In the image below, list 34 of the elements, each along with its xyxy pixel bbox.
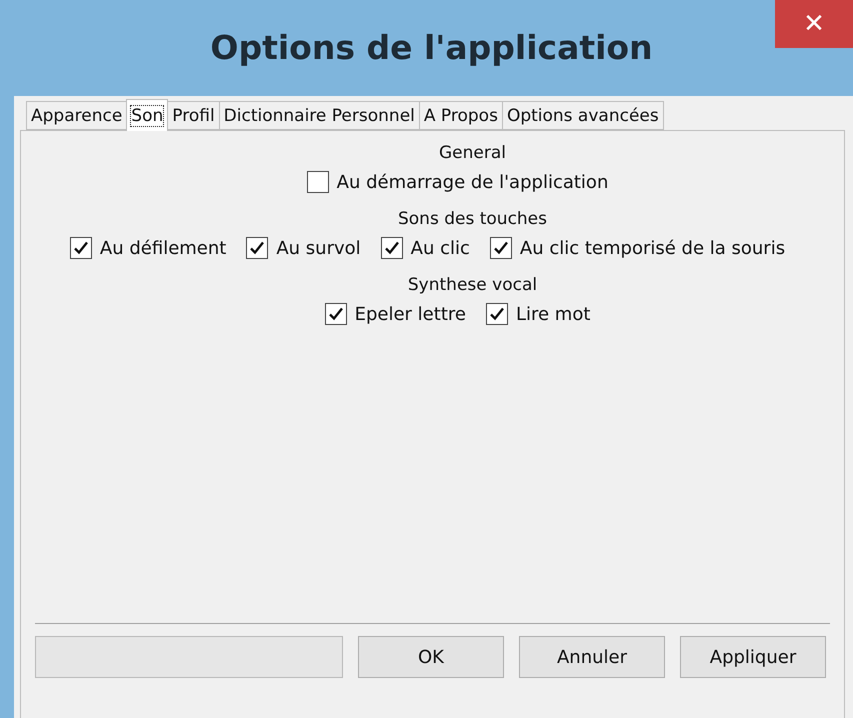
- checkbox-label: Au démarrage de l'application: [336, 172, 608, 192]
- dialog-button[interactable]: OK: [358, 636, 504, 678]
- checkmark-icon: [384, 240, 400, 256]
- checkmark-icon: [488, 306, 505, 322]
- checkbox[interactable]: [70, 237, 92, 259]
- section-heading: General: [438, 143, 506, 163]
- section-heading: Sons des touches: [396, 209, 547, 229]
- section-heading: Synthese vocal: [406, 275, 538, 295]
- tab[interactable]: Options avancées: [502, 101, 664, 130]
- checkbox[interactable]: [486, 303, 508, 325]
- checkbox-label: Au survol: [276, 238, 361, 258]
- dialog-button[interactable]: Appliquer: [680, 636, 826, 678]
- checkbox-label: Epeler lettre: [354, 304, 466, 324]
- checkbox-label: Lire mot: [516, 304, 590, 324]
- tab[interactable]: Son: [126, 99, 168, 131]
- checkbox[interactable]: [306, 171, 329, 193]
- checkmark-icon: [249, 240, 266, 256]
- tab[interactable]: Dictionnaire Personnel: [218, 101, 420, 130]
- dialog-button[interactable]: Annuler: [519, 636, 665, 678]
- checkbox[interactable]: [246, 237, 268, 259]
- checkbox-label: Au clic temporisé de la souris: [520, 238, 786, 258]
- checkbox[interactable]: [490, 237, 512, 259]
- checkbox[interactable]: [380, 237, 403, 259]
- checkbox-label: Au clic: [410, 238, 470, 258]
- checkmark-icon: [72, 240, 89, 256]
- checkbox[interactable]: [324, 303, 347, 325]
- checkmark-icon: [328, 306, 344, 322]
- close-button[interactable]: ✕: [775, 0, 853, 48]
- checkbox-label: Au défilement: [100, 238, 226, 258]
- tab[interactable]: Apparence: [26, 101, 128, 130]
- checkmark-icon: [492, 240, 509, 256]
- window-title: Options de l'application: [210, 28, 653, 68]
- tab[interactable]: Profil: [167, 101, 220, 130]
- tab[interactable]: A Propos: [418, 101, 503, 130]
